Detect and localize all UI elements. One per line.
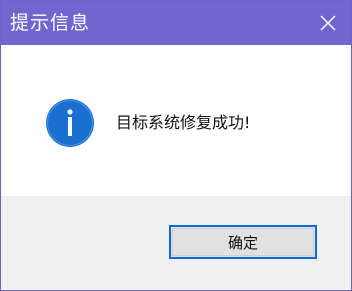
close-button[interactable] xyxy=(305,1,351,45)
dialog-title: 提示信息 xyxy=(10,12,91,34)
dialog-footer: 确定 xyxy=(1,196,351,290)
ok-button-label: 确定 xyxy=(172,228,314,256)
title-bar: 提示信息 xyxy=(1,1,351,45)
message-text: 目标系统修复成功! xyxy=(116,113,251,132)
ok-button[interactable]: 确定 xyxy=(169,225,317,259)
dialog-body: 目标系统修复成功! xyxy=(1,45,351,196)
close-icon xyxy=(320,15,336,31)
message-dialog: 提示信息 目标系统修复成功! 确定 xyxy=(0,0,352,291)
info-icon xyxy=(46,99,94,147)
